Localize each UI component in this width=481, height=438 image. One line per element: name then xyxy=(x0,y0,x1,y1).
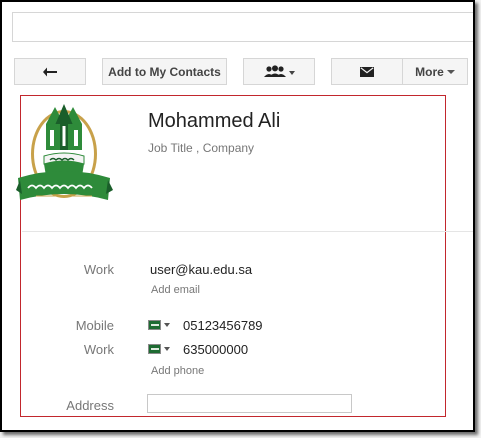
mobile-phone-number[interactable]: 05123456789 xyxy=(183,318,263,333)
people-icon xyxy=(264,64,295,77)
contact-window: Add to My Contacts More Mohammed Ali Job… xyxy=(0,0,475,432)
address-label: Address xyxy=(66,398,114,413)
add-email-link[interactable]: Add email xyxy=(151,284,200,296)
chevron-down-icon xyxy=(164,323,170,327)
country-flag-selector[interactable] xyxy=(148,343,170,355)
address-input[interactable] xyxy=(147,394,352,413)
chevron-down-icon xyxy=(446,69,455,74)
add-phone-link[interactable]: Add phone xyxy=(151,365,204,377)
more-button[interactable]: More xyxy=(402,58,468,85)
section-divider xyxy=(22,231,473,232)
work-phone-number[interactable]: 635000000 xyxy=(183,342,248,357)
saudi-flag-icon xyxy=(148,320,161,330)
back-arrow-icon xyxy=(43,67,57,76)
university-logo xyxy=(16,104,113,200)
mobile-phone-label: Mobile xyxy=(75,318,114,333)
chevron-down-icon xyxy=(164,347,170,351)
email-button[interactable] xyxy=(331,58,403,85)
contact-toolbar: Add to My Contacts More xyxy=(2,47,473,97)
contact-name: Mohammed Ali xyxy=(148,110,281,132)
add-to-my-contacts-button[interactable]: Add to My Contacts xyxy=(102,58,227,85)
add-to-my-contacts-label: Add to My Contacts xyxy=(108,64,221,79)
search-bar[interactable] xyxy=(12,12,473,42)
job-title-company[interactable]: Job Title , Company xyxy=(148,141,254,155)
work-phone-label: Work xyxy=(83,342,114,357)
country-flag-selector[interactable] xyxy=(148,319,170,331)
more-label: More xyxy=(415,64,444,79)
email-value[interactable]: user@kau.edu.sa xyxy=(150,262,252,277)
envelope-icon xyxy=(360,66,374,77)
email-label: Work xyxy=(83,262,114,277)
groups-button[interactable] xyxy=(243,58,315,85)
back-button[interactable] xyxy=(14,58,86,85)
saudi-flag-icon xyxy=(148,344,161,354)
